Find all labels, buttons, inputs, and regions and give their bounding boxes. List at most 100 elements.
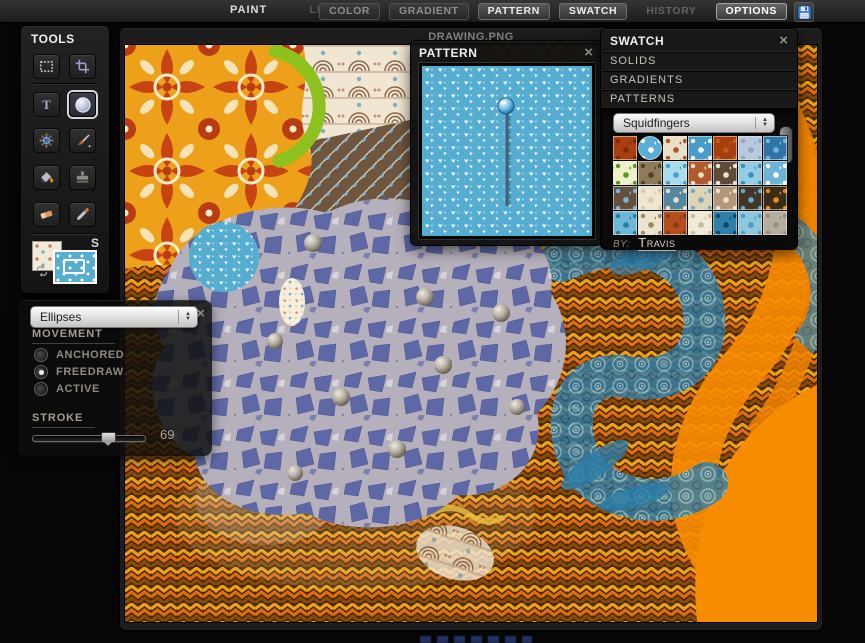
pattern-panel: PATTERN × [410, 40, 602, 246]
text-icon: T [38, 96, 55, 113]
divider [33, 83, 97, 85]
pattern-swatch-23[interactable] [638, 211, 662, 235]
tab-paint[interactable]: PAINT [230, 4, 267, 16]
pattern-swatch-10[interactable] [663, 161, 687, 185]
floppy-disk-icon [797, 5, 812, 20]
close-icon[interactable]: × [584, 47, 593, 59]
pattern-swatch-1[interactable] [613, 136, 637, 160]
by-label: BY: [613, 239, 630, 250]
crop-icon [74, 58, 91, 75]
swatch-sections: SOLIDSGRADIENTSPATTERNS [601, 51, 797, 108]
eyedropper-tool[interactable] [69, 202, 96, 227]
panel-tabs: COLOR GRADIENT PATTERN SWATCH HISTORY OPTIONS [319, 3, 787, 20]
crop-tool[interactable] [69, 54, 96, 79]
pattern-swatch-21[interactable] [763, 186, 787, 210]
pattern-swatch-28[interactable] [763, 211, 787, 235]
pattern-swatch-13[interactable] [738, 161, 762, 185]
eraser-icon [38, 206, 55, 223]
pattern-swatch-19[interactable] [713, 186, 737, 210]
pattern-swatch-11[interactable] [688, 161, 712, 185]
pattern-swatch-7[interactable] [763, 136, 787, 160]
active-pattern-swatch[interactable] [53, 250, 97, 284]
bucket-icon [38, 169, 55, 186]
pattern-swatch-25[interactable] [688, 211, 712, 235]
shape-preview-rect [63, 259, 85, 274]
radio-freedraw[interactable]: FREEDRAW [34, 365, 124, 379]
tool-options-panel: Ellipses ▲▼ × MOVEMENT ANCHOREDFREEDRAWA… [18, 300, 212, 456]
swap-swatches-button[interactable] [35, 264, 49, 283]
radio-button-icon [34, 365, 48, 379]
eyedropper-icon [74, 206, 91, 223]
tools-panel: TOOLS T S [20, 25, 110, 294]
pattern-preview-art [422, 66, 592, 236]
tab-history[interactable]: HISTORY [636, 3, 706, 20]
tab-options[interactable]: OPTIONS [716, 3, 787, 20]
text-tool[interactable]: T [33, 92, 60, 117]
stamp-tool[interactable] [69, 165, 96, 190]
select-arrows-icon: ▲▼ [178, 310, 197, 324]
author-link[interactable]: Travis [638, 235, 675, 251]
radio-button-icon [34, 382, 48, 396]
divider [33, 233, 97, 235]
kaleidoscope-tool[interactable] [33, 128, 60, 153]
pattern-swatch-4[interactable] [688, 136, 712, 160]
pattern-swatch-22[interactable] [613, 211, 637, 235]
pattern-swatch-27[interactable] [738, 211, 762, 235]
stroke-heading: STROKE [32, 412, 95, 428]
fill-bucket-tool[interactable] [33, 165, 60, 190]
marquee-icon [38, 58, 55, 75]
tab-swatch[interactable]: SWATCH [559, 3, 627, 20]
pattern-swatch-18[interactable] [688, 186, 712, 210]
eraser-tool[interactable] [33, 202, 60, 227]
stroke-value: 69 [160, 427, 174, 442]
shape-select-value: Ellipses [31, 310, 178, 324]
swatch-panel: SWATCH × SOLIDSGRADIENTSPATTERNS Squidfi… [600, 28, 798, 250]
swap-shortcut-label: S [91, 236, 99, 250]
marquee-select-tool[interactable] [33, 54, 60, 79]
section-solids[interactable]: SOLIDS [601, 51, 797, 70]
app-root: DRAWING.PNG [0, 0, 865, 643]
shape-select[interactable]: Ellipses ▲▼ [30, 306, 198, 328]
pattern-swatch-3[interactable] [663, 136, 687, 160]
save-button[interactable] [794, 2, 814, 22]
pattern-swatch-9[interactable] [638, 161, 662, 185]
pattern-swatch-6[interactable] [738, 136, 762, 160]
cropped-link-text[interactable] [420, 636, 532, 643]
pattern-swatch-8[interactable] [613, 161, 637, 185]
tab-gradient[interactable]: GRADIENT [389, 3, 469, 20]
pattern-swatch-20[interactable] [738, 186, 762, 210]
pattern-swatch-17[interactable] [663, 186, 687, 210]
pattern-swatch-5[interactable] [713, 136, 737, 160]
scale-slider-handle[interactable] [498, 98, 514, 114]
pattern-swatch-24[interactable] [663, 211, 687, 235]
stroke-slider-handle[interactable] [101, 432, 116, 443]
close-icon[interactable]: × [196, 308, 205, 320]
pattern-swatch-2-selected[interactable] [638, 136, 662, 160]
ellipse-tool[interactable] [69, 92, 96, 117]
select-arrows-icon: ▲▼ [755, 117, 774, 130]
section-gradients[interactable]: GRADIENTS [601, 70, 797, 89]
pattern-swatch-26[interactable] [713, 211, 737, 235]
radio-label: ANCHORED [56, 349, 124, 361]
patterns-section-content: Squidfingers ▲▼ BY: Travis [601, 108, 797, 250]
collection-select[interactable]: Squidfingers ▲▼ [613, 113, 775, 133]
close-icon[interactable]: × [779, 35, 788, 47]
pattern-preview[interactable] [419, 63, 595, 239]
pattern-swatch-16[interactable] [638, 186, 662, 210]
tools-title: TOOLS [31, 32, 75, 46]
attribution: BY: Travis [613, 235, 676, 251]
pattern-swatch-14[interactable] [763, 161, 787, 185]
stroke-slider[interactable] [32, 435, 146, 442]
section-patterns[interactable]: PATTERNS [601, 89, 797, 108]
pattern-swatch-12[interactable] [713, 161, 737, 185]
radio-anchored[interactable]: ANCHORED [34, 348, 124, 362]
tab-color[interactable]: COLOR [319, 3, 380, 20]
kaleidoscope-icon [38, 132, 55, 149]
swap-arrows-icon [35, 264, 49, 278]
pattern-swatch-15[interactable] [613, 186, 637, 210]
collection-select-value: Squidfingers [614, 116, 755, 130]
tab-pattern[interactable]: PATTERN [478, 3, 550, 20]
radio-active[interactable]: ACTIVE [34, 382, 100, 396]
brush-tool[interactable] [69, 128, 96, 153]
radio-label: ACTIVE [56, 383, 100, 395]
